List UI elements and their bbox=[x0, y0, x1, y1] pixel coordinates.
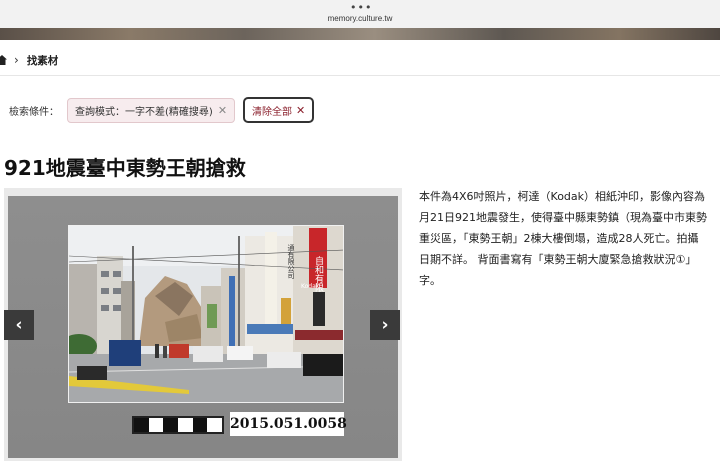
breadcrumb: › 找素材 bbox=[0, 50, 58, 70]
description-line: 字。 bbox=[419, 274, 441, 287]
earthquake-photo[interactable]: 自和有限 通有限公司 Kodak bbox=[68, 225, 344, 403]
item-description: 本件為4X6吋照片，柯達（Kodak）相紙沖印，影像內容為 月21日921地震發… bbox=[419, 186, 720, 291]
filter-chip[interactable]: 查詢模式：一字不差(精確搜尋) ✕ bbox=[67, 97, 236, 123]
image-viewer[interactable]: 自和有限 通有限公司 Kodak 2015.051.0058 ‹ › bbox=[4, 188, 402, 461]
address-bar[interactable]: memory.culture.tw bbox=[0, 14, 720, 23]
description-line: 本件為4X6吋照片，柯達（Kodak）相紙沖印，影像內容為 bbox=[419, 190, 706, 203]
photo-image: 自和有限 通有限公司 Kodak bbox=[69, 226, 343, 402]
description-line: 日期不詳。 背面書寫有「東勢王朝大廈緊急搶救狀況①」 bbox=[419, 253, 697, 266]
filter-chip-label: 查詢模式：一字不差(精確搜尋) bbox=[75, 106, 213, 118]
accession-number: 2015.051.0058 bbox=[230, 412, 347, 436]
home-icon[interactable] bbox=[0, 55, 8, 65]
more-options-icon[interactable]: ••• bbox=[350, 2, 372, 13]
breadcrumb-current[interactable]: 找素材 bbox=[27, 53, 59, 68]
chevron-right-icon: › bbox=[14, 53, 19, 67]
site-banner bbox=[0, 28, 720, 40]
previous-image-button[interactable]: ‹ bbox=[4, 310, 34, 340]
photo-sign-left: 通有限公司 bbox=[287, 243, 295, 279]
close-icon[interactable]: ✕ bbox=[218, 104, 227, 117]
filters-label: 檢索條件： bbox=[9, 106, 59, 118]
page-title: 921地震臺中東勢王朝搶救 bbox=[4, 156, 246, 180]
divider bbox=[0, 75, 720, 76]
description-line: 重災區，「東勢王朝」2棟大樓倒塌，造成28人死亡。拍攝 bbox=[419, 232, 699, 245]
clear-all-button[interactable]: 清除全部 ✕ bbox=[243, 97, 315, 123]
description-line: 月21日921地震發生，使得臺中縣東勢鎮（現為臺中市東勢 bbox=[419, 211, 707, 224]
close-icon: ✕ bbox=[296, 103, 306, 117]
search-filters: 檢索條件： 查詢模式：一字不差(精確搜尋) ✕ 清除全部 ✕ bbox=[9, 97, 315, 123]
browser-toolbar: ••• memory.culture.tw bbox=[0, 0, 720, 28]
photo-mount: 自和有限 通有限公司 Kodak 2015.051.0058 bbox=[8, 196, 398, 458]
color-scale-bar bbox=[132, 416, 224, 434]
clear-all-label: 清除全部 bbox=[252, 106, 293, 118]
photo-sign-small: Kodak bbox=[301, 283, 320, 290]
next-image-button[interactable]: › bbox=[370, 310, 400, 340]
